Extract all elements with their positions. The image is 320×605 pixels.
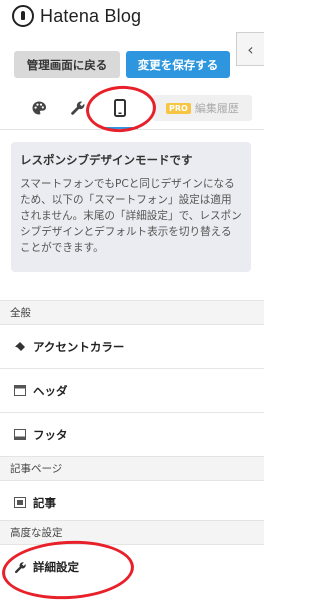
menu-item-label: 記事 bbox=[33, 495, 56, 510]
edit-history-label: 編集履歴 bbox=[194, 102, 239, 115]
app-header: Hatena Blog bbox=[0, 0, 264, 36]
article-layout-icon bbox=[13, 496, 27, 510]
footer-layout-icon bbox=[13, 428, 27, 442]
pro-badge: PRO bbox=[166, 102, 191, 114]
back-to-dashboard-button[interactable]: 管理画面に戻る bbox=[14, 51, 120, 78]
section-general: 全般 bbox=[0, 300, 264, 325]
header-layout-icon bbox=[13, 384, 27, 398]
tab-edit-history[interactable]: PRO 編集履歴 bbox=[150, 86, 254, 130]
collapse-panel-button[interactable]: ‹ bbox=[236, 32, 264, 66]
palette-icon bbox=[32, 101, 46, 115]
menu-item-label: フッタ bbox=[33, 427, 68, 442]
menu-item-accent-color[interactable]: アクセントカラー bbox=[0, 325, 264, 369]
notice-body: スマートフォンでもPCと同じデザインになるため、以下の「スマートフォン」設定は適… bbox=[20, 178, 242, 254]
responsive-mode-notice: レスポンシブデザインモードです スマートフォンでもPCと同じデザインになるため、… bbox=[11, 142, 251, 272]
hatena-logo-icon bbox=[12, 5, 34, 27]
notice-title: レスポンシブデザインモードです bbox=[20, 153, 193, 167]
save-changes-button[interactable]: 変更を保存する bbox=[126, 51, 230, 78]
menu-item-label: ヘッダ bbox=[33, 383, 68, 398]
section-article-page: 記事ページ bbox=[0, 456, 264, 481]
wrench-icon bbox=[71, 101, 85, 115]
logo-text: Hatena Blog bbox=[40, 5, 142, 26]
tab-design[interactable] bbox=[20, 86, 58, 130]
chevron-left-icon: ‹ bbox=[247, 39, 254, 59]
paint-bucket-icon bbox=[13, 340, 27, 354]
menu-item-article[interactable]: 記事 bbox=[0, 481, 264, 525]
menu-item-footer[interactable]: フッタ bbox=[0, 413, 264, 457]
menu-item-label: アクセントカラー bbox=[33, 339, 125, 354]
section-advanced: 高度な設定 bbox=[0, 520, 264, 545]
hatena-blog-logo[interactable]: Hatena Blog bbox=[12, 5, 141, 27]
menu-item-header[interactable]: ヘッダ bbox=[0, 369, 264, 413]
